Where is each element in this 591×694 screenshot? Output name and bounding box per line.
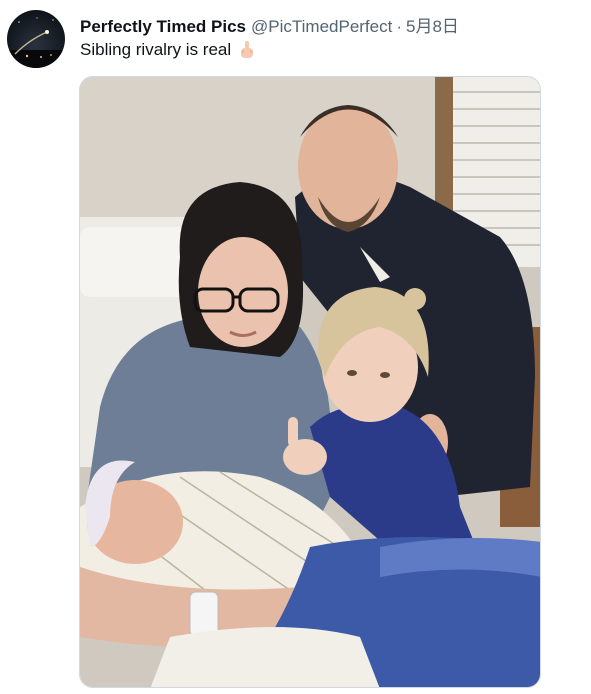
author-display-name[interactable]: Perfectly Timed Pics [80, 17, 246, 37]
header-separator: · [396, 17, 403, 36]
tweet-date[interactable]: 5月8日 [406, 12, 459, 37]
tweet[interactable]: Perfectly Timed Pics @PicTimedPerfect · … [0, 0, 591, 694]
night-sky-avatar-icon [7, 10, 65, 68]
family-photo-image [80, 77, 540, 687]
tweet-text: Sibling rivalry is real [80, 40, 256, 60]
author-handle[interactable]: @PicTimedPerfect [251, 17, 392, 37]
middle-finger-emoji-icon [238, 40, 256, 60]
author-avatar[interactable] [7, 10, 65, 68]
tweet-text-content: Sibling rivalry is real [80, 40, 232, 59]
tweet-photo[interactable] [79, 76, 541, 688]
tweet-header: Perfectly Timed Pics @PicTimedPerfect · … [80, 12, 459, 37]
